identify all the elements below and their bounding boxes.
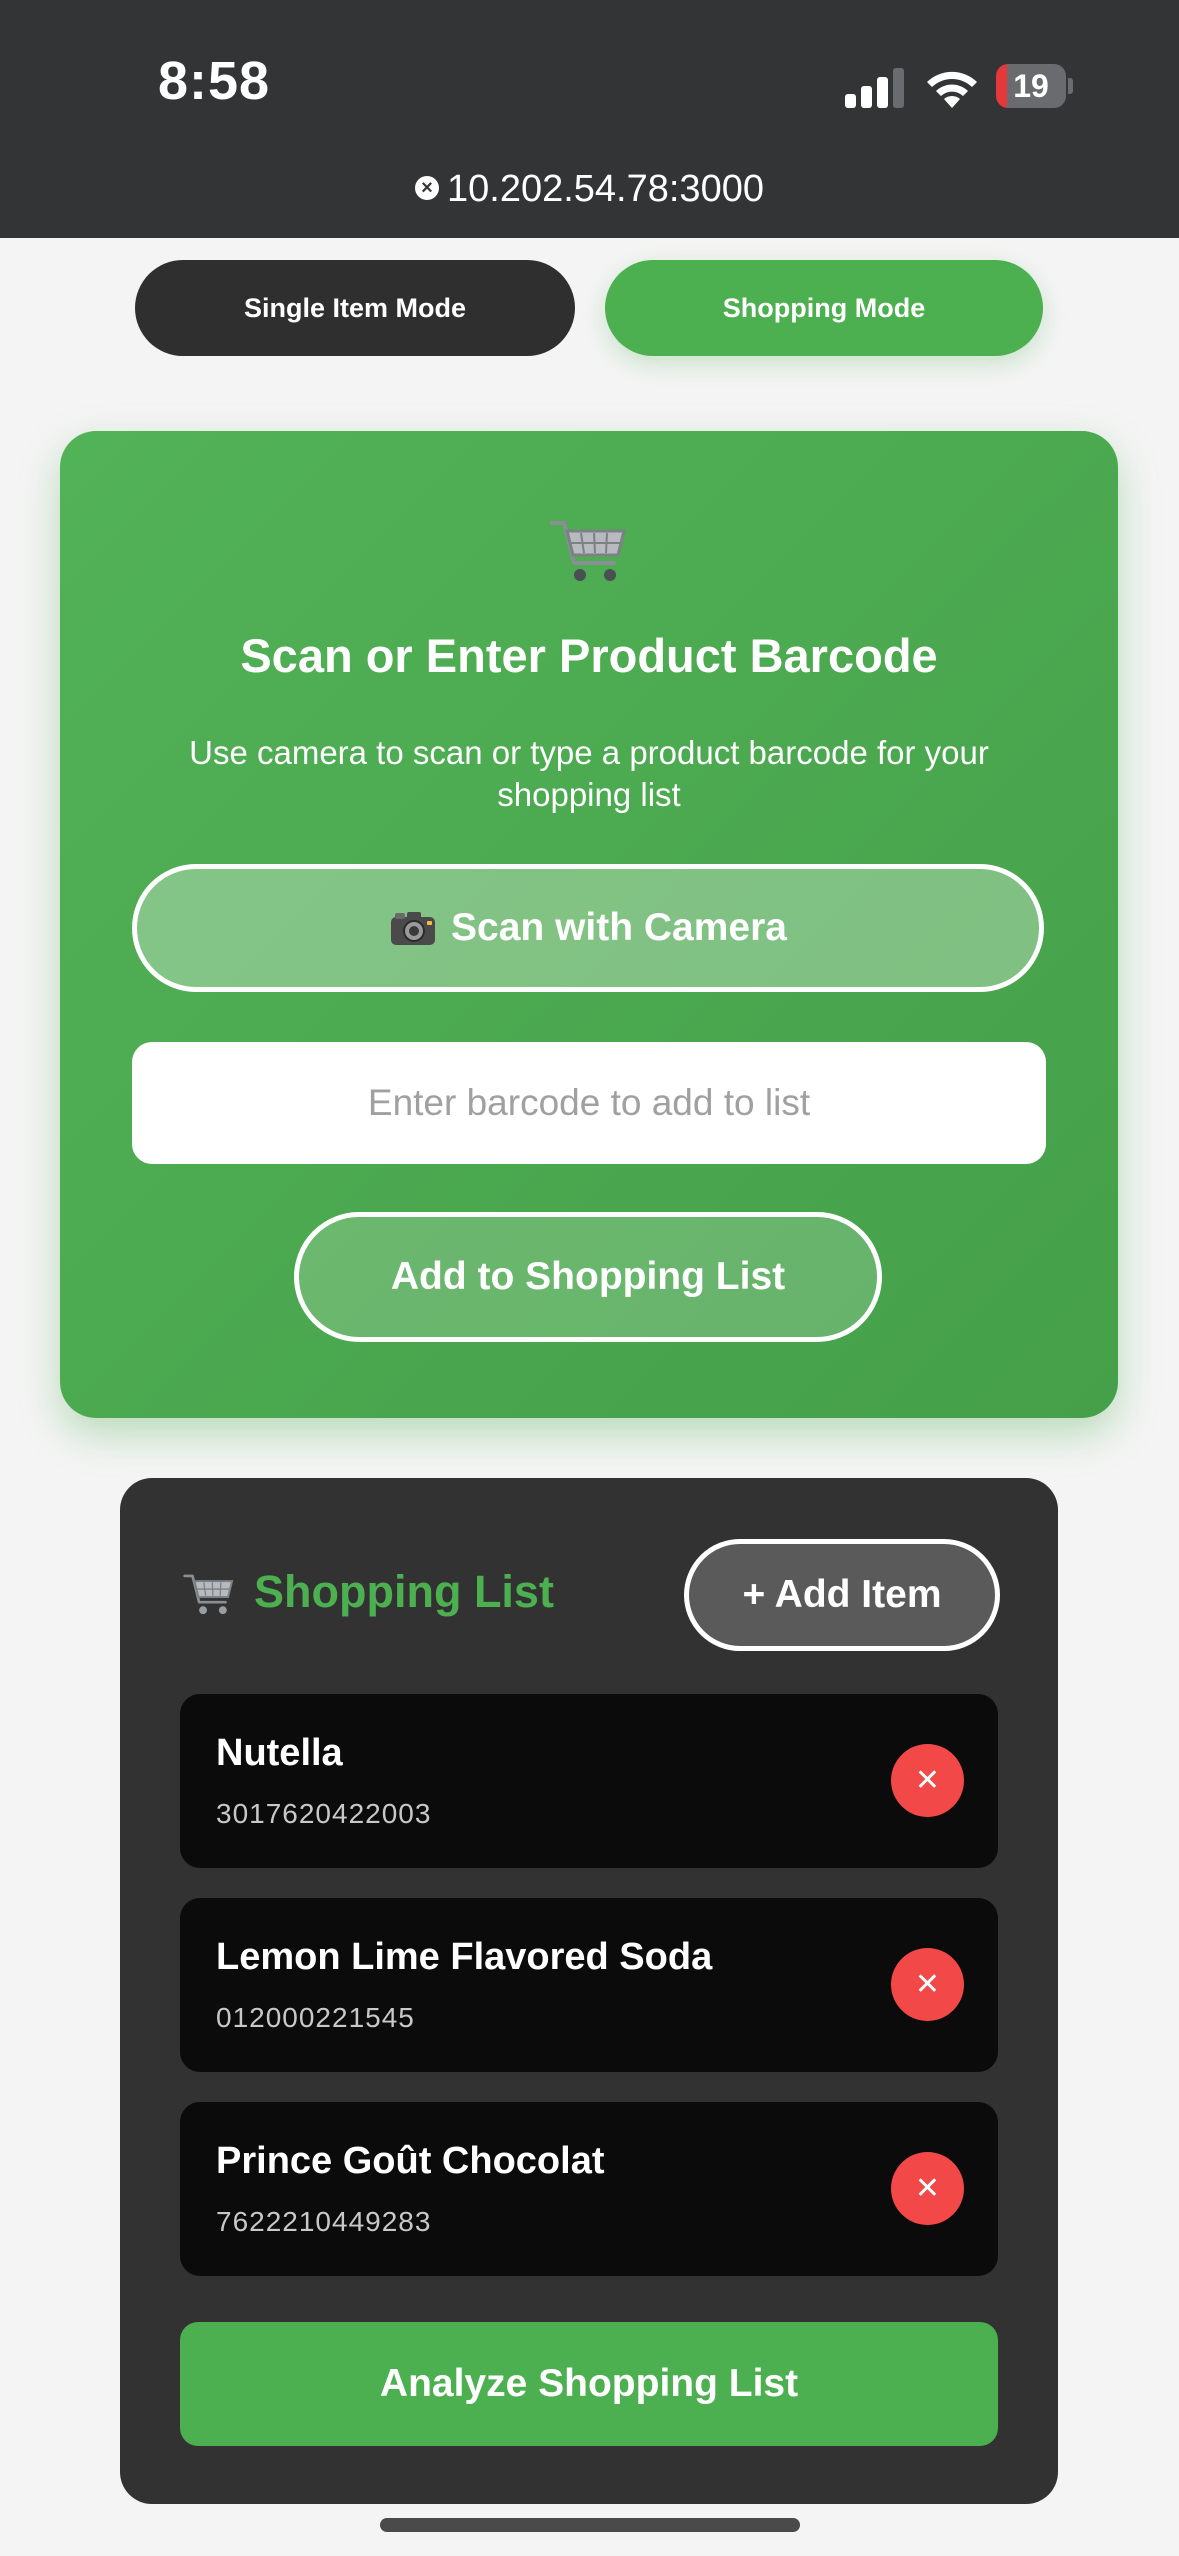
scanner-title: Scan or Enter Product Barcode (240, 629, 938, 682)
scanner-subtitle: Use camera to scan or type a product bar… (189, 734, 989, 813)
signal-icon (845, 68, 904, 108)
battery-icon: 19 (996, 64, 1073, 108)
url-text: 10.202.54.78:3000 (447, 168, 764, 210)
list-item: Nutella 3017620422003 ✕ (180, 1694, 998, 1868)
remove-item-button[interactable]: ✕ (891, 1948, 964, 2021)
cart-icon (550, 521, 626, 581)
home-indicator[interactable] (380, 2518, 800, 2532)
single-item-mode-button[interactable]: Single Item Mode (135, 260, 575, 356)
add-to-shopping-list-button[interactable]: Add to Shopping List (294, 1212, 882, 1342)
scan-button-label: Scan with Camera (451, 906, 787, 949)
close-icon: ✕ (914, 1764, 941, 1797)
remove-item-button[interactable]: ✕ (891, 1744, 964, 1817)
item-barcode: 7622210449283 (216, 2206, 432, 2237)
add-item-button[interactable]: + Add Item (684, 1539, 1000, 1651)
battery-level: 19 (996, 64, 1066, 108)
status-bar: 8:58 19 × 10.202.54.78:3000 (0, 0, 1179, 238)
analyze-shopping-list-button[interactable]: Analyze Shopping List (180, 2322, 998, 2446)
cart-icon (183, 1574, 234, 1615)
shopping-list-title: Shopping List (254, 1566, 554, 1617)
item-name: Nutella (216, 1732, 343, 1774)
close-icon[interactable]: × (415, 175, 439, 200)
item-name: Lemon Lime Flavored Soda (216, 1936, 713, 1978)
list-item: Lemon Lime Flavored Soda 012000221545 ✕ (180, 1898, 998, 2072)
remove-item-button[interactable]: ✕ (891, 2152, 964, 2225)
wifi-icon (927, 71, 977, 108)
shopping-mode-button[interactable]: Shopping Mode (605, 260, 1043, 356)
address-bar[interactable]: × 10.202.54.78:3000 (0, 168, 1179, 211)
scan-with-camera-button[interactable]: Scan with Camera (132, 864, 1044, 992)
close-icon: ✕ (914, 2172, 941, 2205)
list-item: Prince Goût Chocolat 7622210449283 ✕ (180, 2102, 998, 2276)
shopping-list-panel: Shopping List + Add Item Nutella 3017620… (120, 1478, 1058, 2504)
scanner-card: Scan or Enter Product Barcode Use camera… (60, 431, 1118, 1418)
close-icon: ✕ (914, 1968, 941, 2001)
battery-cap (1068, 78, 1073, 94)
barcode-input[interactable] (132, 1042, 1046, 1164)
status-time: 8:58 (158, 51, 271, 111)
camera-icon (391, 912, 436, 945)
item-barcode: 3017620422003 (216, 1798, 432, 1829)
item-name: Prince Goût Chocolat (216, 2140, 605, 2182)
item-barcode: 012000221545 (216, 2002, 415, 2033)
